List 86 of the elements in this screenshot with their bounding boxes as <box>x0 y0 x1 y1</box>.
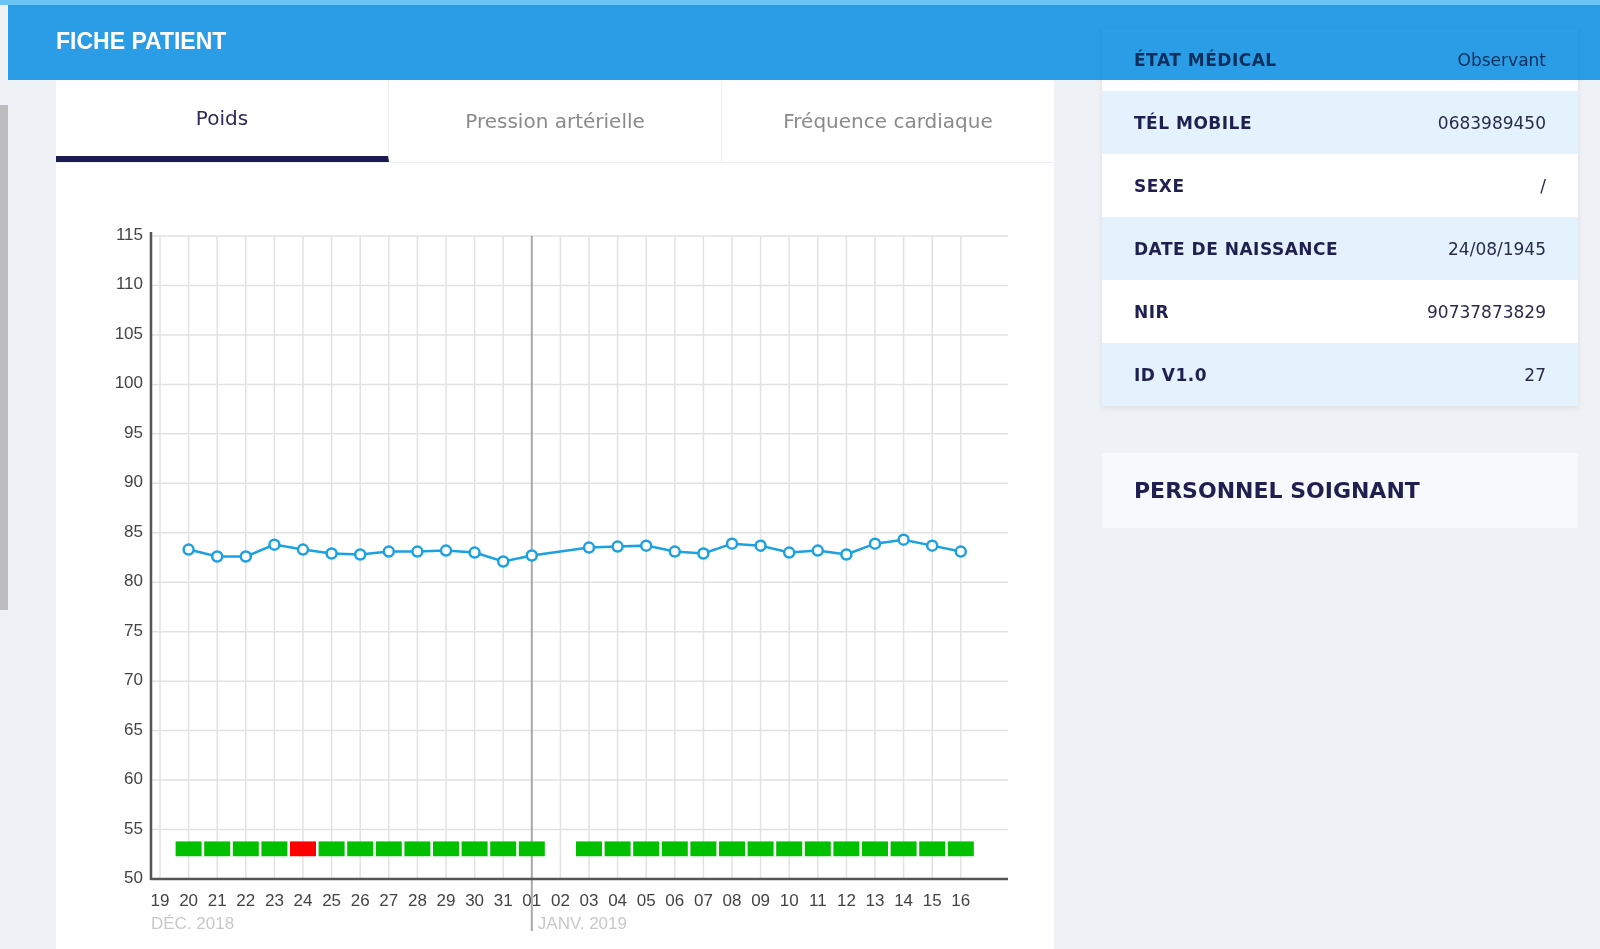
axis-tick-label: 90 <box>124 472 143 492</box>
field-value: 90737873829 <box>1427 301 1546 322</box>
data-point <box>239 550 253 563</box>
field-value: 0683989450 <box>1437 112 1546 133</box>
axis-tick-label: 14 <box>894 891 914 910</box>
field-value: / <box>1540 175 1546 196</box>
axis-tick-label: 55 <box>124 818 143 838</box>
axis-tick-label: 105 <box>114 323 143 343</box>
axis-tick-label: 27 <box>379 891 399 910</box>
axis-tick-label: 15 <box>922 891 942 910</box>
axis-tick-label: 20 <box>179 891 199 910</box>
scrollbar[interactable] <box>0 105 8 610</box>
field-value: 27 <box>1524 364 1546 385</box>
data-point <box>754 539 767 552</box>
data-point <box>182 543 195 556</box>
axis-tick-label: 01 <box>522 891 542 910</box>
axis-tick-label: 16 <box>951 891 971 910</box>
axis-tick-label: 10 <box>779 891 799 910</box>
axis-tick-label: 06 <box>665 891 685 910</box>
data-point <box>496 555 510 568</box>
axis-tick-label: 03 <box>579 891 599 910</box>
axis-tick-label: 30 <box>465 891 485 910</box>
data-point <box>840 548 853 561</box>
field-label: NIR <box>1134 301 1170 322</box>
axis-tick-label: 13 <box>865 891 885 910</box>
data-point <box>925 539 939 552</box>
axis-tick-label: 24 <box>293 891 313 910</box>
section-title: PERSONNEL SOIGNANT <box>1134 478 1420 503</box>
field-value: 24/08/1945 <box>1448 238 1546 259</box>
data-point <box>725 537 739 550</box>
axis-tick-label: 110 <box>115 274 143 294</box>
axis-tick-label: 02 <box>550 891 570 910</box>
axis-tick-label: 70 <box>124 670 143 690</box>
axis-tick-label: 85 <box>124 521 143 541</box>
axis-tick-label: 80 <box>124 571 143 591</box>
field-value: Observant <box>1457 49 1546 70</box>
axis-tick-label: 09 <box>751 891 771 910</box>
axis-tick-label: 28 <box>407 891 427 910</box>
axis-tick-label: 22 <box>236 891 256 910</box>
data-point <box>868 537 882 550</box>
data-point <box>439 544 453 557</box>
data-point <box>639 539 653 552</box>
axis-tick-label: 95 <box>124 422 143 442</box>
data-point <box>296 543 310 556</box>
data-point <box>411 545 424 558</box>
data-point <box>210 550 224 563</box>
field-label: ÉTAT MÉDICAL <box>1134 49 1277 70</box>
axis-tick-label: 75 <box>124 620 143 640</box>
axis-tick-label: 50 <box>124 868 143 887</box>
axis-tick-label: 21 <box>207 891 227 910</box>
page-title: FICHE PATIENT <box>56 28 227 55</box>
axis-tick-label: 25 <box>322 891 342 910</box>
axis-tick-label: 100 <box>114 373 143 393</box>
field-label: DATE DE NAISSANCE <box>1134 238 1339 259</box>
axis-tick-label: 19 <box>150 891 170 910</box>
axis-tick-label: 11 <box>808 891 827 910</box>
axis-tick-label: 05 <box>636 891 656 910</box>
axis-tick-label: 60 <box>124 769 143 789</box>
data-point <box>268 538 281 551</box>
axis-tick-label: 08 <box>722 891 742 910</box>
data-point <box>697 547 710 560</box>
axis-tick-label: 29 <box>436 891 456 910</box>
field-label: ID V1.0 <box>1134 364 1208 385</box>
data-point <box>353 548 367 561</box>
axis-tick-label: 65 <box>124 719 143 739</box>
axis-tick-label: 07 <box>693 891 713 910</box>
axis-tick-label: 115 <box>115 225 143 244</box>
axis-tick-label: 04 <box>608 891 628 910</box>
tab[interactable]: Poids <box>56 80 389 162</box>
axis-tick-label: 31 <box>493 891 513 910</box>
data-point <box>897 533 910 546</box>
data-point <box>811 544 825 557</box>
data-point <box>954 545 968 558</box>
axis-tick-label: 12 <box>836 891 856 910</box>
data-point <box>782 546 796 559</box>
data-point <box>668 545 682 558</box>
data-point <box>382 545 396 558</box>
data-point <box>611 540 624 553</box>
data-point <box>525 549 539 562</box>
data-point <box>468 546 481 559</box>
data-point <box>582 541 596 554</box>
axis-tick-label: 26 <box>350 891 370 910</box>
field-label: SEXE <box>1134 175 1185 196</box>
axis-tick-label: 23 <box>264 891 284 910</box>
field-label: TÉL MOBILE <box>1134 112 1253 133</box>
data-point <box>325 547 338 560</box>
